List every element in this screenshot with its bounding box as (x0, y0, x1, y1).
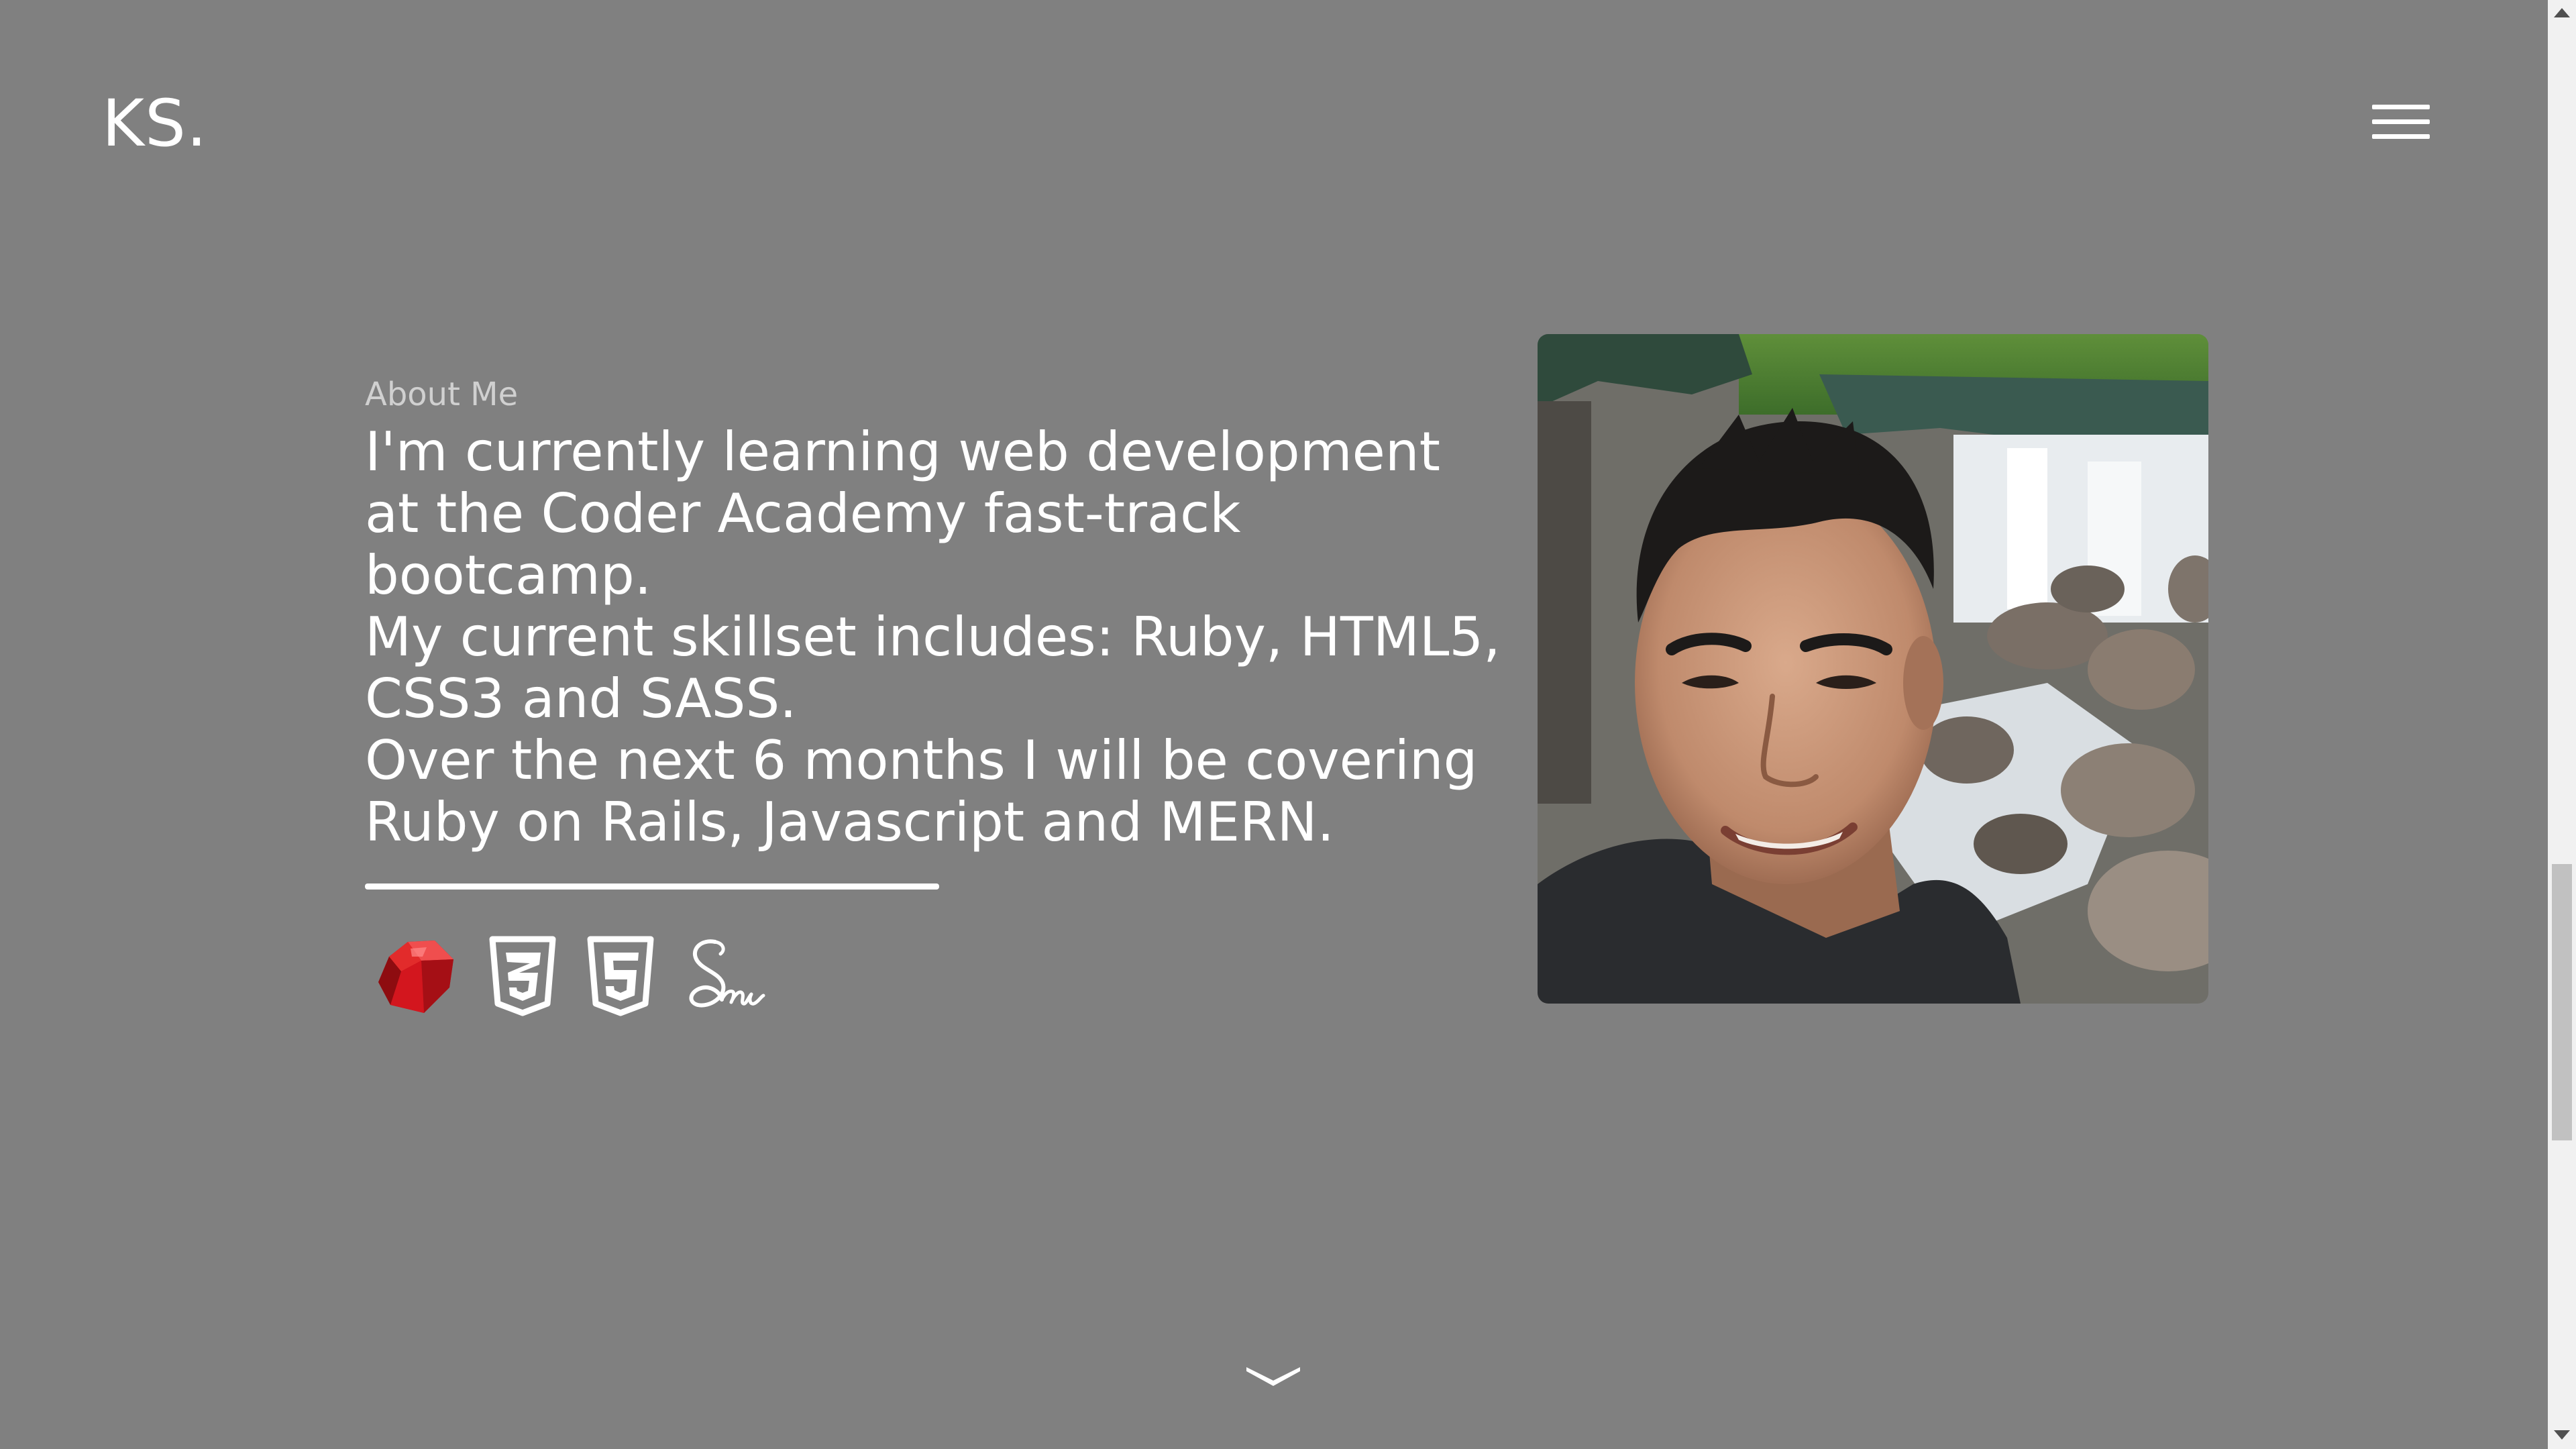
vertical-scrollbar[interactable] (2548, 0, 2576, 1449)
skills-icon-row (370, 930, 793, 1021)
site-logo[interactable]: KS. (102, 86, 207, 161)
scroll-up-arrow-icon[interactable] (2554, 8, 2570, 17)
scroll-down-arrow-icon[interactable] (2554, 1430, 2570, 1440)
scrollbar-thumb[interactable] (2552, 864, 2572, 1140)
ruby-icon (370, 930, 462, 1021)
menu-line (2372, 105, 2430, 109)
css3-icon (486, 930, 559, 1021)
section-label: About Me (365, 376, 519, 413)
about-description: I'm currently learning web development a… (365, 421, 1505, 853)
about-paragraph: I'm currently learning web development a… (365, 421, 1440, 606)
profile-photo (1538, 334, 2208, 1004)
sass-icon (682, 930, 769, 1021)
menu-line (2372, 134, 2430, 139)
html5-icon (584, 930, 657, 1021)
menu-line (2372, 119, 2430, 124)
page: KS. About Me I'm currently learning web … (0, 0, 2576, 1449)
about-paragraph: Over the next 6 months I will be coverin… (365, 729, 1478, 853)
about-paragraph: My current skillset includes: Ruby, HTML… (365, 606, 1501, 730)
hamburger-menu-icon[interactable] (2372, 101, 2430, 144)
chevron-down-icon[interactable] (1244, 1362, 1303, 1389)
divider (365, 883, 939, 890)
